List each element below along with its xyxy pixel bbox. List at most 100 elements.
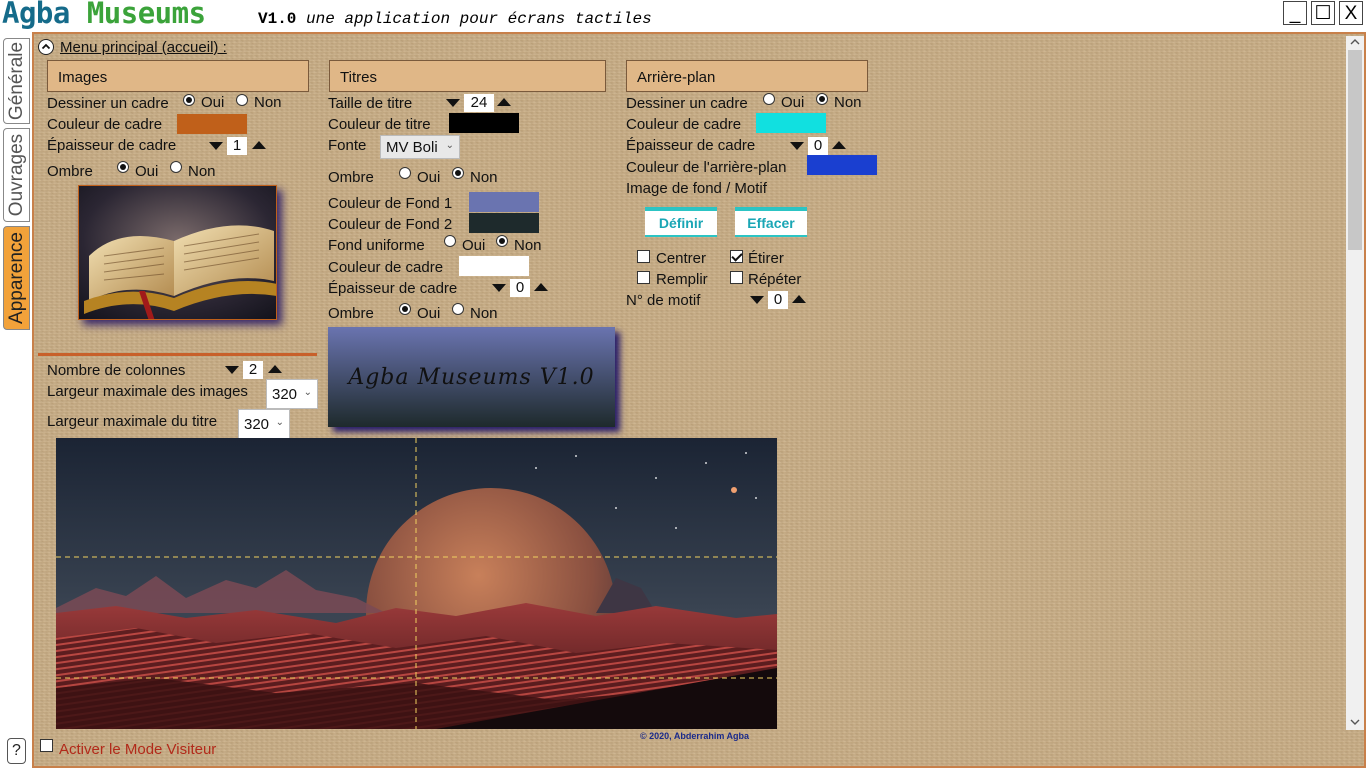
bg-draw-frame-yes-radio[interactable] (763, 93, 775, 105)
bg-draw-frame-yes-label: Oui (781, 94, 805, 111)
title-preview-text: Agba Museums V1.0 (348, 364, 595, 390)
titles-shadow2-yes-label: Oui (417, 305, 441, 322)
bg-color-label: Couleur de l'arrière-plan (626, 159, 787, 176)
tab-apparence[interactable]: Apparence (3, 226, 30, 330)
scroll-down-icon[interactable] (1348, 716, 1362, 728)
chevron-down-icon: ⌄ (275, 417, 284, 428)
minimize-button[interactable]: _ (1283, 1, 1307, 25)
center-checkbox[interactable] (637, 250, 650, 263)
titles-shadow-no-radio[interactable] (452, 167, 464, 179)
bg-frame-thickness-label: Épaisseur de cadre (626, 137, 756, 154)
max-image-width-select[interactable]: 320 ⌄ (266, 379, 318, 409)
titles-shadow-no-label: Non (470, 169, 498, 186)
fill-label: Remplir (656, 271, 708, 288)
columns-down-icon[interactable] (225, 366, 239, 374)
motif-value[interactable]: 0 (768, 291, 788, 309)
titles-frame-thickness-value[interactable]: 0 (510, 279, 530, 297)
titles-shadow2-yes-radio[interactable] (399, 303, 411, 315)
collapse-icon[interactable] (38, 39, 54, 55)
scroll-up-icon[interactable] (1348, 36, 1362, 48)
max-title-width-label: Largeur maximale du titre (47, 413, 218, 430)
images-thickness-up-icon[interactable] (252, 141, 266, 149)
tab-generale[interactable]: Générale (3, 38, 30, 124)
images-draw-frame-no-radio[interactable] (236, 94, 248, 106)
titles-size-down-icon[interactable] (446, 99, 460, 107)
titles-size-up-icon[interactable] (497, 98, 511, 106)
visitor-mode-label: Activer le Mode Visiteur (59, 741, 217, 758)
bg-thickness-up-icon[interactable] (832, 141, 846, 149)
columns-value[interactable]: 2 (243, 361, 263, 379)
bg-thickness-down-icon[interactable] (790, 142, 804, 150)
maximize-button[interactable]: ☐ (1311, 1, 1335, 25)
background-preview-image[interactable] (56, 438, 777, 729)
images-shadow-yes-radio[interactable] (117, 161, 129, 173)
titles-shadow2-no-radio[interactable] (452, 303, 464, 315)
title-preview: Agba Museums V1.0 (328, 327, 615, 427)
bg-draw-frame-no-label: Non (834, 94, 862, 111)
titles-frame-color-swatch[interactable] (459, 256, 529, 276)
titles-thickness-down-icon[interactable] (492, 284, 506, 292)
titles-font-select[interactable]: MV Boli ⌄ (380, 135, 460, 159)
help-button[interactable]: ? (7, 738, 26, 764)
images-draw-frame-yes-radio[interactable] (183, 94, 195, 106)
images-shadow-no-label: Non (188, 163, 216, 180)
columns-up-icon[interactable] (268, 365, 282, 373)
repeat-checkbox[interactable] (730, 271, 743, 284)
visitor-mode-checkbox[interactable] (40, 739, 53, 752)
fill-checkbox[interactable] (637, 271, 650, 284)
define-button[interactable]: Définir (645, 207, 717, 237)
titles-frame-color-label: Couleur de cadre (328, 259, 444, 276)
section-divider (38, 353, 317, 356)
titles-font-label: Fonte (328, 137, 367, 154)
titles-thickness-up-icon[interactable] (534, 283, 548, 291)
bg-frame-thickness-value[interactable]: 0 (808, 137, 828, 155)
images-shadow-no-radio[interactable] (170, 161, 182, 173)
images-shadow-label: Ombre (47, 163, 93, 180)
titles-bg2-swatch[interactable] (469, 213, 539, 233)
titles-frame-thickness-label: Épaisseur de cadre (328, 280, 458, 297)
titles-shadow-yes-radio[interactable] (399, 167, 411, 179)
appearance-panel: Menu principal (accueil) : Images Dessin… (32, 32, 1366, 768)
tab-ouvrages[interactable]: Ouvrages (3, 128, 30, 222)
titles-uniform-no-radio[interactable] (496, 235, 508, 247)
titles-bg1-label: Couleur de Fond 1 (328, 195, 453, 212)
titles-shadow2-no-label: Non (470, 305, 498, 322)
bg-image-label: Image de fond / Motif (626, 180, 767, 197)
images-draw-frame-label: Dessiner un cadre (47, 95, 169, 112)
scrollbar-thumb[interactable] (1348, 50, 1362, 250)
app-name: Agba Museums (2, 0, 206, 30)
title-bar: Agba Museums V1.0 une application pour é… (0, 0, 1366, 32)
images-frame-color-label: Couleur de cadre (47, 116, 163, 133)
motif-down-icon[interactable] (750, 296, 764, 304)
motif-label: N° de motif (626, 292, 701, 309)
bg-frame-color-swatch[interactable] (756, 113, 826, 133)
max-title-width-select[interactable]: 320 ⌄ (238, 409, 290, 439)
bg-frame-color-label: Couleur de cadre (626, 116, 742, 133)
repeat-label: Répéter (748, 271, 802, 288)
titles-size-value[interactable]: 24 (464, 94, 494, 112)
images-thickness-down-icon[interactable] (209, 142, 223, 150)
max-image-width-label: Largeur maximale des images (47, 383, 248, 400)
menu-title: Menu principal (accueil) : (60, 39, 227, 56)
titles-uniform-no-label: Non (514, 237, 542, 254)
clear-button[interactable]: Effacer (735, 207, 807, 237)
stretch-checkbox[interactable] (730, 250, 743, 263)
book-thumbnail-image (78, 185, 277, 320)
titles-uniform-yes-radio[interactable] (444, 235, 456, 247)
center-label: Centrer (656, 250, 707, 267)
chevron-down-icon: ⌄ (303, 387, 312, 398)
bg-draw-frame-no-radio[interactable] (816, 93, 828, 105)
close-button[interactable]: X (1339, 1, 1363, 25)
images-draw-frame-no-label: Non (254, 94, 282, 111)
copyright-text: © 2020, Abderrahim Agba (640, 731, 749, 741)
titles-color-swatch[interactable] (449, 113, 519, 133)
images-shadow-yes-label: Oui (135, 163, 159, 180)
images-header: Images (47, 60, 309, 92)
bg-color-swatch[interactable] (807, 155, 877, 175)
images-frame-color-swatch[interactable] (177, 114, 247, 134)
images-frame-thickness-value[interactable]: 1 (227, 137, 247, 155)
titles-bg1-swatch[interactable] (469, 192, 539, 212)
motif-up-icon[interactable] (792, 295, 806, 303)
titles-color-label: Couleur de titre (328, 116, 431, 133)
bg-draw-frame-label: Dessiner un cadre (626, 95, 748, 112)
